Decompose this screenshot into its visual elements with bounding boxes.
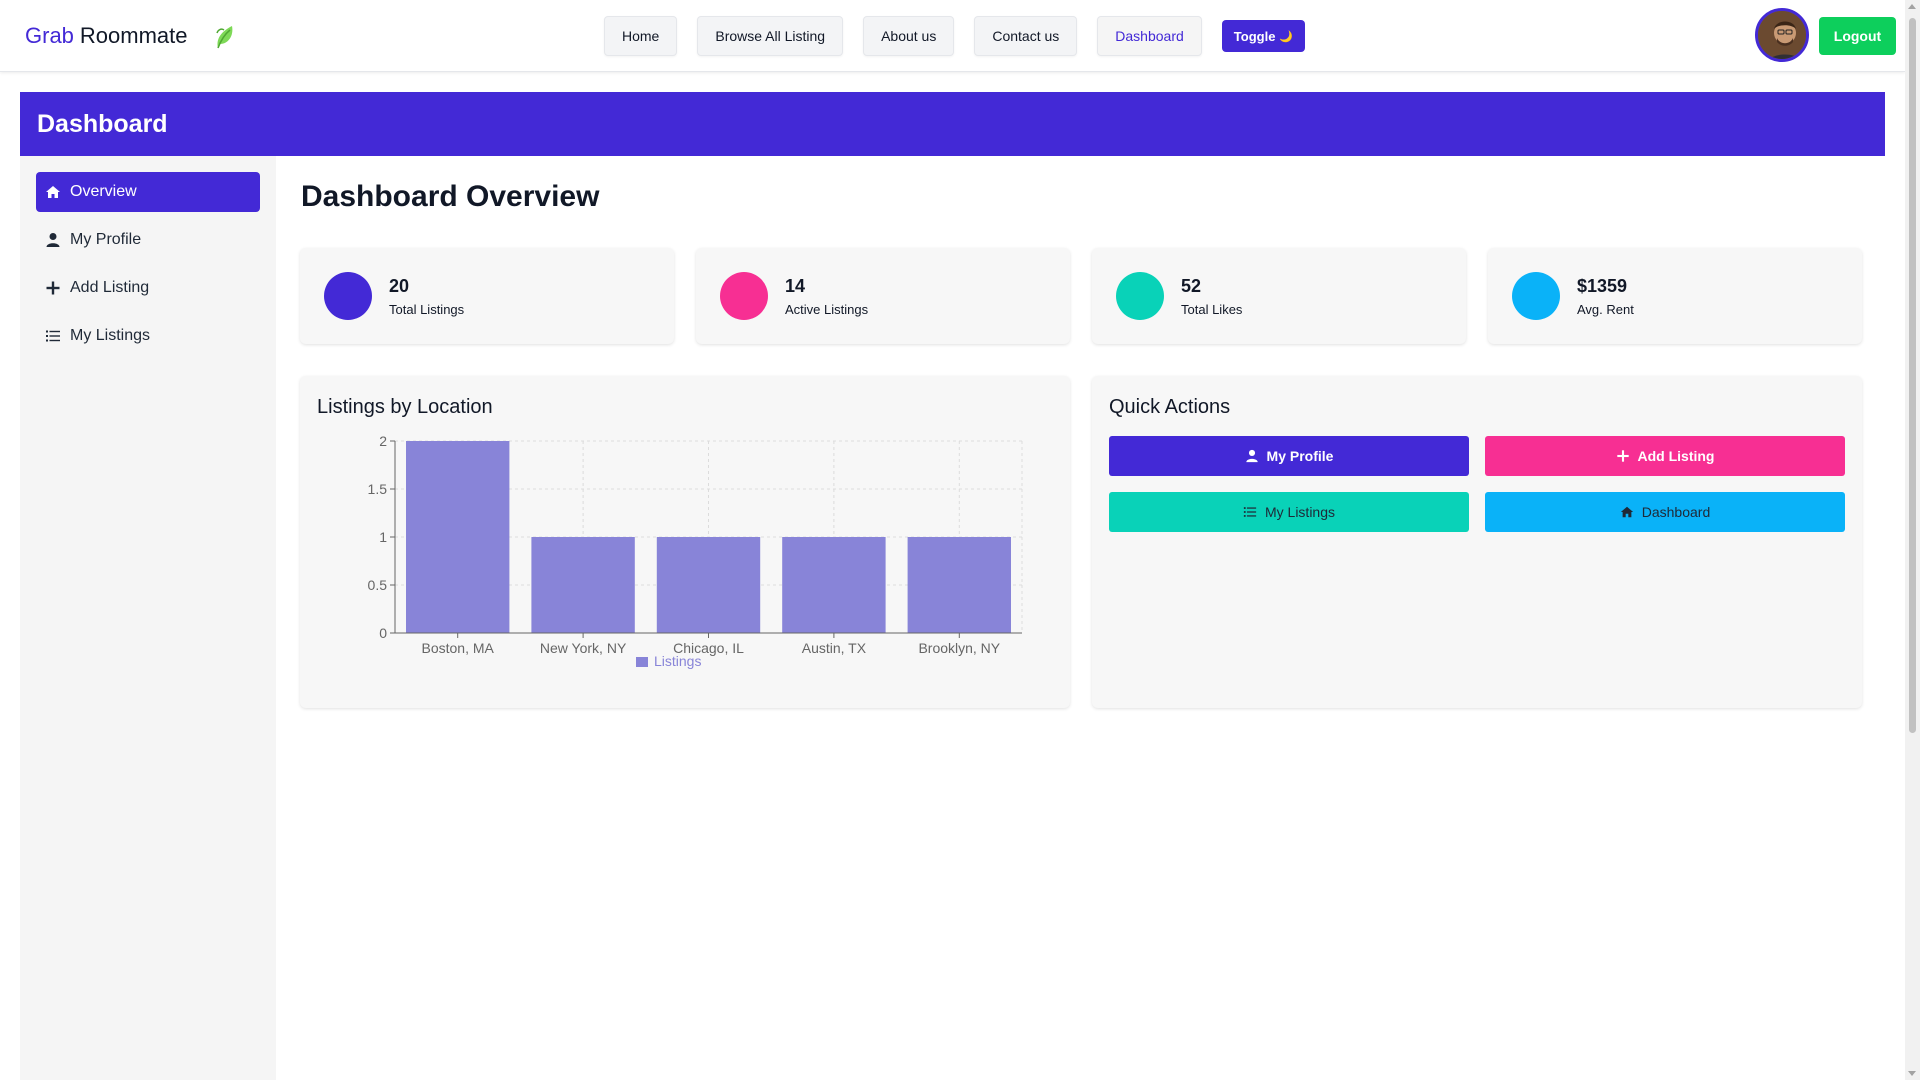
sidebar-item-label: My Profile	[70, 231, 142, 248]
stat-indicator-circle	[720, 272, 768, 320]
moon-icon: 🌙	[1279, 30, 1294, 43]
stat-label: Total Likes	[1181, 302, 1243, 317]
nav-links: Home Browse All Listing About us Contact…	[604, 16, 1306, 56]
user-avatar[interactable]	[1755, 8, 1809, 62]
x-tick-label: Boston, MA	[422, 640, 495, 656]
sidebar-item-my-profile[interactable]: My Profile	[36, 220, 260, 260]
legend-swatch	[636, 657, 648, 667]
nav-link-contact-us[interactable]: Contact us	[974, 16, 1078, 56]
dashboard-header: Dashboard	[20, 92, 1885, 156]
brand-name-part1: Grab	[25, 23, 74, 48]
sidebar-item-label: My Listings	[70, 327, 151, 344]
page-scrollbar[interactable]	[1905, 0, 1920, 1080]
quick-action-label: Add Listing	[1637, 448, 1715, 464]
sidebar-item-overview[interactable]: Overview	[36, 172, 260, 212]
user-icon	[1245, 449, 1258, 463]
quick-action-my-listings-button[interactable]: My Listings	[1109, 492, 1469, 532]
bar-boston-ma	[406, 441, 510, 633]
list-icon	[1243, 507, 1257, 517]
bar-austin-tx	[782, 537, 886, 633]
stat-indicator-circle	[1512, 272, 1560, 320]
scrollbar-thumb[interactable]	[1909, 18, 1916, 733]
bar-brooklyn-ny	[907, 537, 1011, 633]
chart-panel: Listings by Location 0 0.5 1 1.5 2 Boston, MA…	[300, 376, 1070, 708]
sidebar: Overview My Profile Add Listing My Listi…	[20, 156, 276, 1080]
stat-card-total-listings: 20 Total Listings	[300, 248, 674, 344]
scroll-down-arrow-icon[interactable]	[1908, 1071, 1916, 1076]
stat-indicator-circle	[1116, 272, 1164, 320]
list-icon	[46, 330, 60, 342]
x-tick-label: Brooklyn, NY	[918, 640, 1000, 656]
leaf-icon	[215, 26, 232, 49]
quick-action-label: My Profile	[1266, 448, 1334, 464]
x-tick-label: New York, NY	[540, 640, 627, 656]
user-icon	[46, 233, 60, 247]
brand-name-part2: Roommate	[79, 23, 188, 48]
stat-value: 52	[1181, 276, 1202, 296]
plus-icon	[1616, 450, 1629, 462]
scroll-up-arrow-icon[interactable]	[1908, 4, 1916, 9]
stat-label: Total Listings	[389, 302, 465, 317]
logout-button[interactable]: Logout	[1819, 17, 1896, 55]
page-title: Dashboard Overview	[301, 180, 600, 213]
sidebar-item-label: Overview	[70, 183, 137, 200]
legend-label: Listings	[654, 653, 701, 669]
brand-logo[interactable]: Grab Roommate	[25, 22, 236, 50]
stat-label: Avg. Rent	[1577, 302, 1634, 317]
stat-card-active-listings: 14 Active Listings	[696, 248, 1070, 344]
bar-new-york-ny	[531, 537, 635, 633]
stat-value: $1359	[1577, 276, 1628, 296]
home-icon	[46, 186, 60, 198]
nav-link-browse-all-listing[interactable]: Browse All Listing	[697, 16, 844, 56]
y-tick-label: 0.5	[368, 577, 388, 593]
theme-toggle-button[interactable]: Toggle 🌙	[1221, 20, 1306, 52]
quick-actions-title: Quick Actions	[1109, 396, 1231, 418]
nav-link-dashboard[interactable]: Dashboard	[1097, 16, 1202, 56]
toggle-label: Toggle	[1233, 28, 1276, 44]
sidebar-item-my-listings[interactable]: My Listings	[36, 316, 260, 356]
sidebar-item-label: Add Listing	[70, 279, 150, 296]
quick-actions-panel: Quick Actions My Profile Add Listing My …	[1092, 376, 1862, 708]
bar-chicago-il	[656, 537, 761, 633]
x-tick-label: Austin, TX	[802, 640, 867, 656]
stat-card-total-likes: 52 Total Likes	[1092, 248, 1466, 344]
quick-action-dashboard-button[interactable]: Dashboard	[1485, 492, 1845, 532]
dashboard-header-title: Dashboard	[37, 109, 168, 138]
stat-value: 14	[785, 276, 806, 296]
quick-action-my-profile-button[interactable]: My Profile	[1109, 436, 1469, 476]
y-tick-label: 0	[379, 625, 387, 641]
top-navbar: Grab Roommate Home Browse All Listing Ab…	[0, 0, 1905, 72]
stat-card-avg-rent: $1359 Avg. Rent	[1488, 248, 1862, 344]
sidebar-item-add-listing[interactable]: Add Listing	[36, 268, 260, 308]
nav-link-home[interactable]: Home	[604, 16, 678, 56]
listings-bar-chart: 00.511.52Boston, MA New York, NY Chicago, …	[368, 433, 1023, 669]
nav-link-about-us[interactable]: About us	[863, 16, 955, 56]
quick-action-label: My Listings	[1264, 504, 1336, 520]
plus-icon	[46, 281, 60, 295]
avatar-image	[1758, 11, 1806, 59]
stat-label: Active Listings	[785, 302, 869, 317]
stat-value: 20	[389, 276, 410, 296]
y-tick-label: 1.5	[368, 481, 388, 497]
home-icon	[1620, 506, 1633, 518]
stat-indicator-circle	[324, 272, 372, 320]
y-tick-label: 1	[379, 529, 387, 545]
quick-action-add-listing-button[interactable]: Add Listing	[1485, 436, 1845, 476]
y-tick-label: 2	[379, 433, 387, 449]
quick-action-label: Dashboard	[1641, 504, 1711, 520]
